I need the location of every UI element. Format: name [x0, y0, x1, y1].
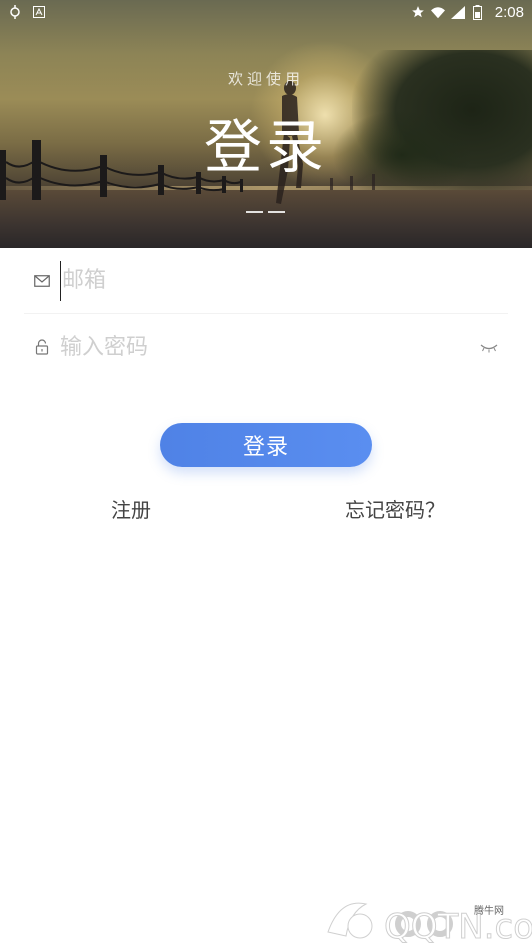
watermark-logo: QQTN.com [327, 902, 532, 946]
password-input[interactable] [60, 327, 450, 367]
watermark-caption: 腾牛网 [474, 906, 504, 917]
signal-icon [450, 5, 465, 19]
carousel-indicator [246, 211, 285, 213]
carousel-dot [268, 211, 285, 213]
welcome-subtitle: 欢迎使用 [227, 70, 304, 88]
sync-icon [8, 5, 22, 19]
battery-icon [471, 4, 485, 20]
register-link[interactable]: 注册 [111, 494, 151, 523]
hero-banner: 欢迎使用 登录 [0, 0, 532, 248]
login-button[interactable]: 登录 [160, 423, 372, 467]
watermark-text: QQTN.com [384, 907, 532, 946]
carousel-dot [246, 211, 263, 213]
wifi-icon [430, 5, 445, 19]
lock-icon [33, 338, 51, 356]
eye-closed-icon[interactable] [480, 338, 498, 353]
a-icon [32, 5, 46, 19]
status-bar: 2:08 [0, 0, 532, 24]
forgot-password-link[interactable]: 忘记密码？ [345, 494, 445, 523]
mail-icon [33, 272, 51, 290]
email-input[interactable] [60, 260, 450, 301]
email-row [24, 248, 508, 314]
page-title: 登录 [203, 113, 328, 181]
clock: 2:08 [494, 3, 524, 21]
star-icon [411, 5, 425, 19]
password-row [24, 314, 508, 380]
